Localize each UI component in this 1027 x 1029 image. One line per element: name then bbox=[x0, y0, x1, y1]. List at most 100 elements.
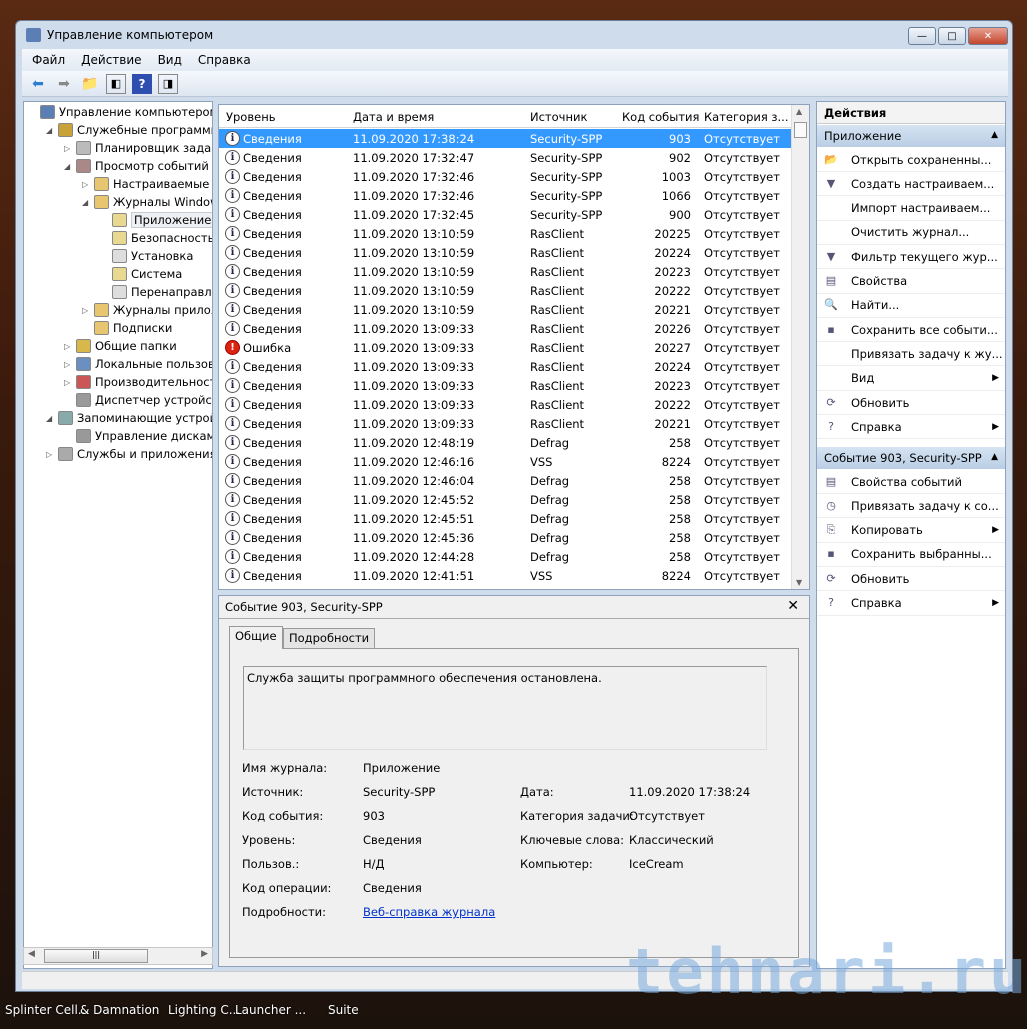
tree-item[interactable]: ▷ Настраиваемые пр bbox=[82, 175, 212, 193]
close-button[interactable]: ✕ bbox=[968, 27, 1008, 45]
tab-details[interactable]: Подробности bbox=[283, 628, 376, 648]
column-task-category[interactable]: Категория з... bbox=[704, 110, 789, 124]
tree-item[interactable]: ▷ Журналы приложе bbox=[82, 301, 212, 319]
expand-arrow-icon[interactable]: ◢ bbox=[64, 162, 72, 171]
action-item[interactable]: Вид ▶ bbox=[817, 367, 1005, 391]
event-row[interactable]: i Сведения 11.09.2020 12:46:16 VSS 8224 Отсут… bbox=[219, 452, 791, 471]
actions-section-header[interactable]: Событие 903, Security-SPP ▲ bbox=[817, 447, 1005, 469]
column-datetime[interactable]: Дата и время bbox=[353, 110, 434, 124]
scroll-thumb[interactable]: ||| bbox=[44, 949, 148, 963]
close-detail-icon[interactable]: ✕ bbox=[787, 598, 799, 614]
action-item[interactable]: ? Справка ▶ bbox=[817, 415, 1005, 440]
menu-help[interactable]: Справка bbox=[198, 53, 251, 67]
desktop-shortcut-label[interactable]: Suite bbox=[328, 1003, 359, 1017]
event-row[interactable]: i Сведения 11.09.2020 13:10:59 RasClient 202… bbox=[219, 262, 791, 281]
expand-arrow-icon[interactable]: ▷ bbox=[46, 450, 54, 459]
expand-arrow-icon[interactable]: ▷ bbox=[64, 342, 72, 351]
tree-item[interactable]: Приложение bbox=[100, 211, 212, 229]
scroll-thumb[interactable] bbox=[794, 122, 807, 138]
expand-arrow-icon[interactable]: ▷ bbox=[82, 306, 90, 315]
list-vertical-scrollbar[interactable]: ▲ ▼ bbox=[791, 105, 809, 589]
tree-item[interactable]: Подписки bbox=[82, 319, 172, 337]
actions-section-header[interactable]: Приложение ▲ bbox=[817, 125, 1005, 147]
menu-action[interactable]: Действие bbox=[81, 53, 141, 67]
event-row[interactable]: i Сведения 11.09.2020 12:45:51 Defrag 258 Отс… bbox=[219, 509, 791, 528]
action-item[interactable]: ▼ Фильтр текущего жур... bbox=[817, 245, 1005, 270]
tree-item[interactable]: Установка bbox=[100, 247, 193, 265]
tree-item[interactable]: ◢ Просмотр событий bbox=[64, 157, 209, 175]
desktop-shortcut-label[interactable]: Splinter Cell... bbox=[5, 1003, 89, 1017]
tree-item[interactable]: Управление дисками bbox=[64, 427, 212, 445]
tree-item[interactable]: Безопасность bbox=[100, 229, 212, 247]
action-item[interactable]: 📂 Открыть сохраненны... bbox=[817, 148, 1005, 172]
event-row[interactable]: i Сведения 11.09.2020 17:38:24 Security-SPP… bbox=[219, 129, 791, 148]
collapse-icon[interactable]: ▲ bbox=[991, 130, 998, 140]
tree-item[interactable]: ▷ Службы и приложения bbox=[46, 445, 212, 463]
action-item[interactable]: Импорт настраиваем... bbox=[817, 197, 1005, 221]
tree-item[interactable]: Перенаправлен bbox=[100, 283, 212, 301]
maximize-button[interactable]: □ bbox=[938, 27, 966, 45]
action-item[interactable]: ▪ Сохранить выбранны... bbox=[817, 543, 1005, 567]
menu-view[interactable]: Вид bbox=[158, 53, 182, 67]
menu-file[interactable]: Файл bbox=[32, 53, 65, 67]
event-row[interactable]: i Сведения 11.09.2020 13:09:33 RasClient 202… bbox=[219, 376, 791, 395]
tree-item[interactable]: Управление компьютером (л bbox=[28, 103, 212, 121]
tree-item[interactable]: ▷ Планировщик заданий bbox=[64, 139, 212, 157]
desktop-shortcut-label[interactable]: Launcher ... bbox=[235, 1003, 306, 1017]
action-item[interactable]: ▤ Свойства событий bbox=[817, 470, 1005, 494]
action-item[interactable]: Очистить журнал... bbox=[817, 221, 1005, 245]
column-level[interactable]: Уровень bbox=[226, 110, 276, 124]
tree-horizontal-scrollbar[interactable]: ◀ ||| ▶ bbox=[23, 947, 213, 965]
action-item[interactable]: 🔍 Найти... bbox=[817, 294, 1005, 318]
tree-item[interactable]: ▷ Общие папки bbox=[64, 337, 177, 355]
tree-item[interactable]: Диспетчер устройств bbox=[64, 391, 212, 409]
event-row[interactable]: i Сведения 11.09.2020 12:45:52 Defrag 258 Отс… bbox=[219, 490, 791, 509]
column-source[interactable]: Источник bbox=[530, 110, 587, 124]
action-item[interactable]: ⟳ Обновить bbox=[817, 567, 1005, 592]
tab-general[interactable]: Общие bbox=[229, 626, 283, 649]
forward-arrow-icon[interactable]: ➡ bbox=[54, 74, 74, 94]
tree-item[interactable]: ◢ Журналы Windows bbox=[82, 193, 212, 211]
event-row[interactable]: i Сведения 11.09.2020 17:32:45 Security-SPP… bbox=[219, 205, 791, 224]
event-row[interactable]: i Сведения 11.09.2020 13:09:33 RasClient 202… bbox=[219, 395, 791, 414]
show-hide-action-pane-icon[interactable]: ◨ bbox=[158, 73, 178, 94]
event-row[interactable]: i Сведения 11.09.2020 12:45:36 Defrag 258 Отс… bbox=[219, 528, 791, 547]
action-item[interactable]: ⎘ Копировать ▶ bbox=[817, 519, 1005, 543]
event-row[interactable]: i Сведения 11.09.2020 12:48:19 Defrag 258 Отс… bbox=[219, 433, 791, 452]
expand-arrow-icon[interactable]: ▷ bbox=[64, 378, 72, 387]
event-row[interactable]: i Сведения 11.09.2020 12:41:51 VSS 8224 Отсут… bbox=[219, 566, 791, 585]
event-row[interactable]: i Сведения 11.09.2020 17:32:46 Security-SPP… bbox=[219, 186, 791, 205]
event-row[interactable]: ! Ошибка 11.09.2020 13:09:33 RasClient 20227… bbox=[219, 338, 791, 357]
event-row[interactable]: i Сведения 11.09.2020 13:09:33 RasClient 202… bbox=[219, 414, 791, 433]
event-row[interactable]: i Сведения 11.09.2020 12:44:28 Defrag 258 Отс… bbox=[219, 547, 791, 566]
action-item[interactable]: ? Справка ▶ bbox=[817, 592, 1005, 616]
action-item[interactable]: ▼ Создать настраиваем... bbox=[817, 172, 1005, 197]
action-item[interactable]: ▤ Свойства bbox=[817, 270, 1005, 294]
expand-arrow-icon[interactable]: ◢ bbox=[82, 198, 90, 207]
back-arrow-icon[interactable]: ⬅ bbox=[28, 74, 48, 94]
show-hide-console-tree-icon[interactable]: ◧ bbox=[106, 73, 126, 94]
event-row[interactable]: i Сведения 11.09.2020 13:09:33 RasClient 202… bbox=[219, 319, 791, 338]
event-row[interactable]: i Сведения 11.09.2020 13:09:33 RasClient 202… bbox=[219, 357, 791, 376]
event-row[interactable]: i Сведения 11.09.2020 13:10:59 RasClient 202… bbox=[219, 300, 791, 319]
tree-item[interactable]: ◢ Служебные программы bbox=[46, 121, 212, 139]
collapse-icon[interactable]: ▲ bbox=[991, 452, 998, 462]
action-item[interactable]: ▪ Сохранить все событи... bbox=[817, 318, 1005, 343]
event-row[interactable]: i Сведения 11.09.2020 17:32:46 Security-SPP… bbox=[219, 167, 791, 186]
tree-item[interactable]: ◢ Запоминающие устройст bbox=[46, 409, 212, 427]
action-item[interactable]: ⟳ Обновить bbox=[817, 391, 1005, 415]
event-row[interactable]: i Сведения 11.09.2020 13:10:59 RasClient 202… bbox=[219, 224, 791, 243]
event-log-online-help-link[interactable]: Веб-справка журнала bbox=[363, 905, 495, 919]
expand-arrow-icon[interactable]: ▷ bbox=[64, 360, 72, 369]
desktop-shortcut-label[interactable]: & Damnation bbox=[80, 1003, 159, 1017]
event-row[interactable]: i Сведения 11.09.2020 12:46:04 Defrag 258 Отс… bbox=[219, 471, 791, 490]
expand-arrow-icon[interactable]: ▷ bbox=[64, 144, 72, 153]
action-item[interactable]: ◷ Привязать задачу к со... bbox=[817, 494, 1005, 519]
expand-arrow-icon[interactable]: ▷ bbox=[82, 180, 90, 189]
minimize-button[interactable]: — bbox=[908, 27, 936, 45]
event-row[interactable]: i Сведения 11.09.2020 13:10:59 RasClient 202… bbox=[219, 243, 791, 262]
up-folder-icon[interactable]: 📁 bbox=[80, 74, 100, 94]
tree-item[interactable]: Система bbox=[100, 265, 182, 283]
column-event-id[interactable]: Код события bbox=[622, 110, 699, 124]
desktop-shortcut-label[interactable]: Lighting C... bbox=[168, 1003, 240, 1017]
